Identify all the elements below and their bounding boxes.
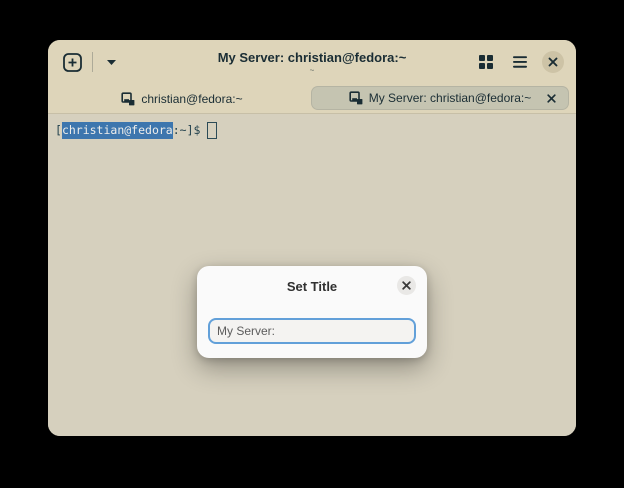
dialog-title: Set Title — [286, 278, 338, 294]
shell-prompt: [christian@fedora:~]$ — [55, 122, 576, 139]
prompt-prefix: [ — [55, 123, 62, 137]
tab-overview-button[interactable] — [474, 50, 498, 74]
tab-christian-fedora[interactable]: christian@fedora:~ — [54, 84, 310, 113]
header-right-controls — [474, 50, 564, 74]
chevron-down-icon — [106, 59, 117, 66]
prompt-suffix: :~]$ — [172, 123, 201, 137]
close-icon — [548, 57, 558, 67]
hamburger-menu-icon — [512, 55, 528, 69]
new-tab-button[interactable] — [60, 50, 84, 74]
dialog-header: Set Title — [197, 266, 427, 306]
main-menu-button[interactable] — [508, 50, 532, 74]
tab-bar: christian@fedora:~ My Server: christian@… — [48, 84, 576, 114]
tab-label: christian@fedora:~ — [141, 91, 243, 106]
terminal-window: My Server: christian@fedora:~ ~ christia… — [48, 40, 576, 436]
workspace-session-icon — [349, 91, 363, 105]
header-divider — [92, 52, 93, 72]
window-close-button[interactable] — [542, 51, 564, 73]
dialog-body — [197, 306, 427, 344]
dialog-close-button[interactable] — [397, 276, 416, 295]
tab-label: My Server: christian@fedora:~ — [368, 91, 532, 105]
selected-text: christian@fedora — [61, 122, 173, 139]
terminal-cursor — [207, 122, 218, 139]
tab-my-server[interactable]: My Server: christian@fedora:~ — [311, 86, 569, 110]
grid-icon — [478, 54, 494, 70]
header-left-controls — [60, 50, 121, 74]
close-icon — [546, 93, 556, 103]
tab-close-button[interactable] — [542, 89, 560, 107]
plus-square-icon — [62, 52, 83, 73]
window-title: My Server: christian@fedora:~ — [217, 49, 407, 65]
terminal-pane[interactable]: [christian@fedora:~]$ Set Title — [48, 114, 576, 436]
workspace-session-icon — [121, 91, 135, 106]
window-subtitle: ~ — [309, 65, 315, 75]
close-icon — [402, 281, 411, 290]
set-title-dialog: Set Title — [197, 266, 427, 358]
new-tab-menu-button[interactable] — [101, 50, 121, 74]
header-bar: My Server: christian@fedora:~ ~ — [48, 40, 576, 84]
title-input[interactable] — [208, 318, 416, 344]
